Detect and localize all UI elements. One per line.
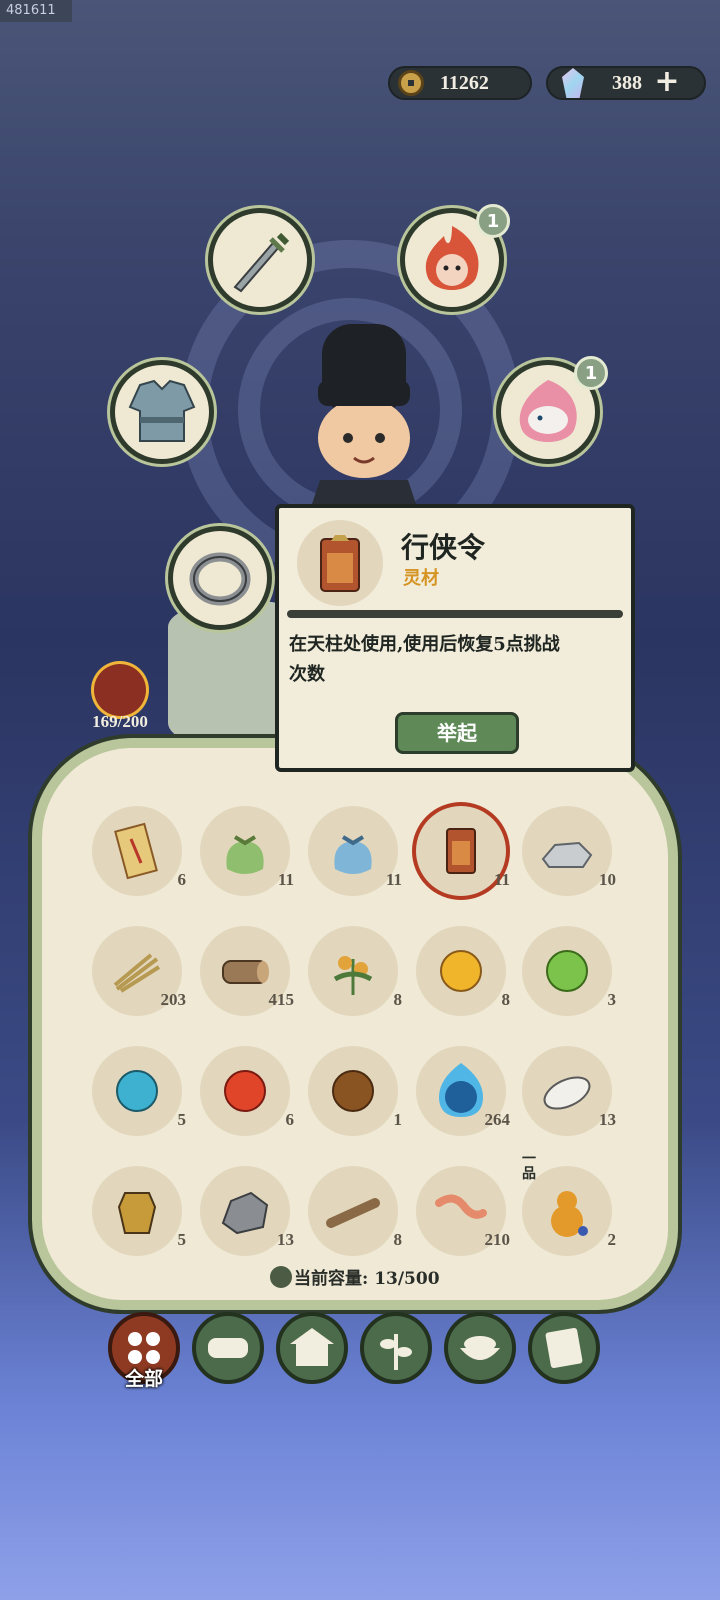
inventory-slot[interactable]: 11 [416,806,510,896]
stamina-face-icon [94,664,146,716]
herb-icon [380,1334,412,1370]
category-label: 全部 [124,1368,163,1390]
coin-amount: 11262 [440,71,489,94]
inventory-slot[interactable]: 11 [200,806,294,896]
raise-button[interactable]: 举起 [395,712,519,754]
item-count: 11 [493,870,510,889]
item-count: 6 [177,870,187,889]
fire-spirit-icon [425,226,479,290]
inventory-slot[interactable]: 8 [308,926,402,1016]
item-count: 11 [277,870,294,889]
inventory-slot[interactable]: 1 [308,1046,402,1136]
house-icon [290,1328,334,1366]
item-count: 264 [484,1110,511,1129]
item-count: 5 [177,1230,187,1249]
item-count: 8 [393,1230,403,1249]
item-count: 8 [501,990,511,1009]
tooltip-divider [287,610,623,618]
beast-spirit-badge: 1 [574,356,608,390]
stamina-value: 169/200 [92,712,148,731]
inventory-slot[interactable]: 2 一品 [522,1152,616,1256]
gem-icon [562,68,584,98]
category-herb-button[interactable] [360,1312,432,1384]
character-avatar[interactable] [300,320,430,510]
item-count: 1 [393,1110,403,1129]
capacity-text: 当前容量: 13/500 [294,1269,440,1289]
add-gems-button[interactable]: + [650,66,684,100]
gem-counter: 388 + [546,66,706,100]
coin-counter: 11262 [388,66,532,100]
tooltip-description: 在天柱处使用,使用后恢复5点挑战 次数 [289,634,560,685]
ring-slot[interactable] [168,526,272,630]
tooltip-category: 灵材 [403,568,439,589]
ring-icon [189,552,251,606]
item-count: 203 [160,990,187,1009]
item-rank-label: 一品 [522,1151,536,1182]
category-food-bowl-button[interactable] [444,1312,516,1384]
item-count: 8 [393,990,403,1009]
scroll-icon [545,1327,583,1369]
inventory-slot[interactable]: 6 [92,806,186,896]
weapon-slot[interactable] [208,208,312,312]
inventory-slot[interactable]: 8 [416,926,510,1016]
inventory-slot[interactable]: 5 [92,1046,186,1136]
capacity-icon [270,1266,292,1288]
item-count: 210 [484,1230,511,1249]
item-count: 13 [277,1230,294,1249]
item-count: 5 [177,1110,187,1129]
food-bowl-icon [460,1336,500,1360]
category-scroll-button[interactable] [528,1312,600,1384]
item-tooltip: 行侠令 灵材 在天柱处使用,使用后恢复5点挑战 次数 举起 [275,504,635,772]
inventory-slot[interactable]: 415 [200,926,294,1016]
gem-amount: 388 [612,71,642,94]
item-count: 13 [599,1110,616,1129]
item-count: 6 [285,1110,295,1129]
armor-icon [128,379,196,442]
fire-spirit-badge: 1 [476,204,510,238]
tooltip-item-image [297,520,383,606]
item-count: 2 [607,1230,617,1249]
item-count: 10 [599,870,616,889]
category-house-button[interactable] [276,1312,348,1384]
inventory-slot[interactable]: 210 [416,1166,510,1256]
item-count: 11 [385,870,402,889]
category-log-button[interactable] [192,1312,264,1384]
item-count: 3 [607,990,617,1009]
inventory-slot[interactable]: 10 [522,806,616,896]
item-count: 415 [268,990,295,1009]
beast-spirit-icon [519,380,577,442]
sword-icon [233,232,290,293]
inventory-slot[interactable]: 5 [92,1166,186,1256]
xing-xia-token-icon [320,535,360,592]
inventory-slot[interactable]: 6 [200,1046,294,1136]
build-id: 481611 [0,0,72,22]
inventory-slot[interactable]: 13 [200,1166,294,1256]
log-icon [208,1338,248,1358]
inventory-slot[interactable]: 11 [308,806,402,896]
inventory-slot[interactable]: 3 [522,926,616,1016]
tooltip-title: 行侠令 [401,531,486,564]
inventory-slot[interactable]: 8 [308,1166,402,1256]
inventory-slot[interactable]: 13 [522,1046,616,1136]
inventory-slot[interactable]: 264 [416,1046,510,1136]
coin-icon [398,70,424,96]
inventory-slot[interactable]: 203 [92,926,186,1016]
armor-slot[interactable] [110,360,214,464]
